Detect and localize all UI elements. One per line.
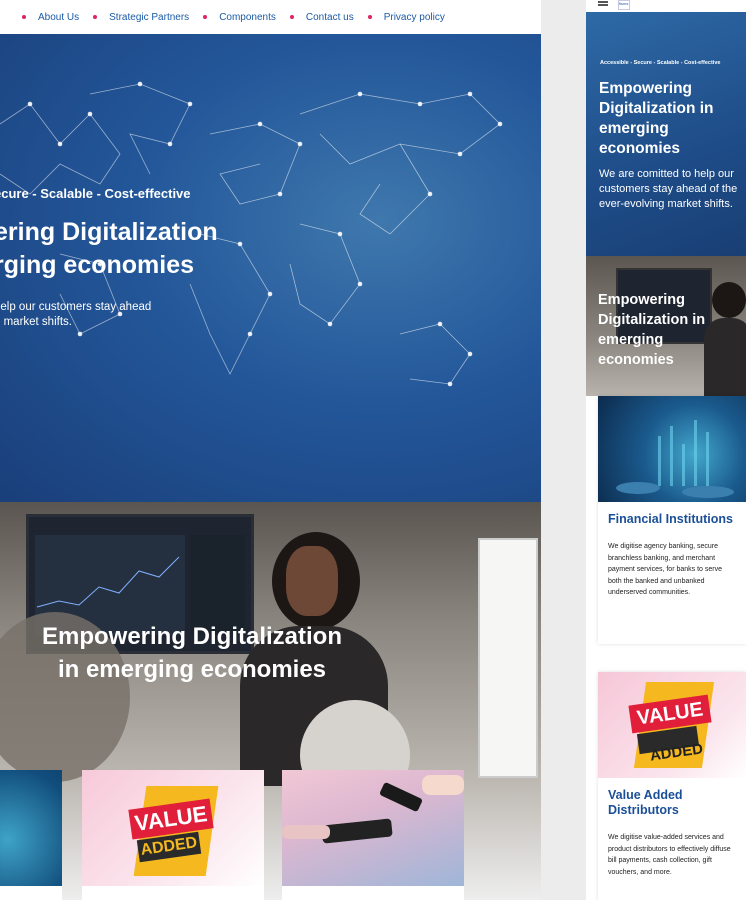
nav-privacy-policy[interactable]: Privacy policy: [384, 12, 445, 23]
value-added-image: VALUE ADDED: [598, 672, 746, 778]
hero-subtext-line-2: g market shifts.: [0, 316, 72, 328]
coins-chart-image: [0, 770, 62, 886]
nav-strategic-partners[interactable]: Strategic Partners: [109, 12, 189, 23]
mobile-header: fisms: [586, 0, 746, 12]
top-nav: About Us Strategic Partners Components C…: [0, 0, 541, 34]
hero-banner: ecure - Scalable - Cost-effective ering …: [0, 34, 541, 502]
mobile-presentation-headline: Empowering Digitalization in emerging ec…: [598, 292, 706, 368]
hero-headline: ering Digitalization rging economies: [0, 216, 218, 282]
mobile-hero-headline: Empowering Digitalization in emerging ec…: [599, 80, 714, 157]
value-added-image: VALUE ADDED: [82, 770, 264, 886]
presentation-headline: Empowering Digitalization in emerging ec…: [22, 620, 362, 686]
nav-bullet-icon: [367, 15, 372, 19]
coins-chart-image: [598, 396, 746, 502]
card-description: We digitise value-added services and pro…: [608, 834, 731, 876]
hero-subtext-line-1: help our customers stay ahead: [0, 301, 152, 313]
nav-components[interactable]: Components: [219, 12, 276, 23]
mobile-view: fisms Accessible - Secure - Scalable - C…: [586, 0, 746, 900]
brand-logo[interactable]: fisms: [618, 0, 630, 10]
nav-bullet-icon: [289, 15, 294, 19]
card-value-added[interactable]: VALUE ADDED: [82, 770, 264, 900]
presenter-face: [286, 546, 338, 616]
mobile-hero: Accessible - Secure - Scalable - Cost-ef…: [586, 12, 746, 256]
nav-bullet-icon: [93, 15, 98, 19]
mobile-card-financial[interactable]: Financial Institutions We digitise agenc…: [598, 396, 746, 644]
card-description: We digitise agency banking, secure branc…: [608, 543, 722, 596]
value-added-badge: VALUE ADDED: [626, 678, 722, 774]
card-payments[interactable]: [282, 770, 464, 900]
mobile-hero-subtext: We are comitted to help our customers st…: [599, 168, 738, 210]
card-financial[interactable]: [0, 770, 62, 900]
nav-bullet-icon: [203, 15, 208, 19]
hamburger-menu-icon[interactable]: [598, 1, 608, 3]
nav-contact-us[interactable]: Contact us: [306, 12, 354, 23]
desktop-view: About Us Strategic Partners Components C…: [0, 0, 541, 900]
card-terminal-image: [282, 770, 464, 886]
nav-about-us[interactable]: About Us: [38, 12, 79, 23]
mobile-card-value-added[interactable]: VALUE ADDED Value Added Distributors We …: [598, 672, 746, 900]
card-title: Financial Institutions: [608, 512, 734, 526]
value-added-badge: VALUE ADDED: [126, 782, 226, 882]
payment-terminal-graphic: [282, 775, 464, 844]
presentation-headline-line-2: in emerging economies: [57, 656, 327, 683]
mobile-presentation-banner: Empowering Digitalization in emerging ec…: [586, 256, 746, 396]
mobile-hero-tagline: Accessible - Secure - Scalable - Cost-ef…: [600, 60, 721, 66]
hero-headline-line-1: ering Digitalization: [0, 218, 218, 246]
hero-subtext: help our customers stay ahead g market s…: [0, 300, 151, 330]
card-title: Value Added Distributors: [608, 788, 683, 817]
hero-headline-line-2: rging economies: [0, 251, 195, 279]
whiteboard-image: [478, 538, 538, 778]
hero-tagline: ecure - Scalable - Cost-effective: [0, 186, 191, 201]
presentation-headline-line-1: Empowering Digitalization: [41, 623, 342, 650]
nav-bullet-icon: [22, 15, 26, 19]
